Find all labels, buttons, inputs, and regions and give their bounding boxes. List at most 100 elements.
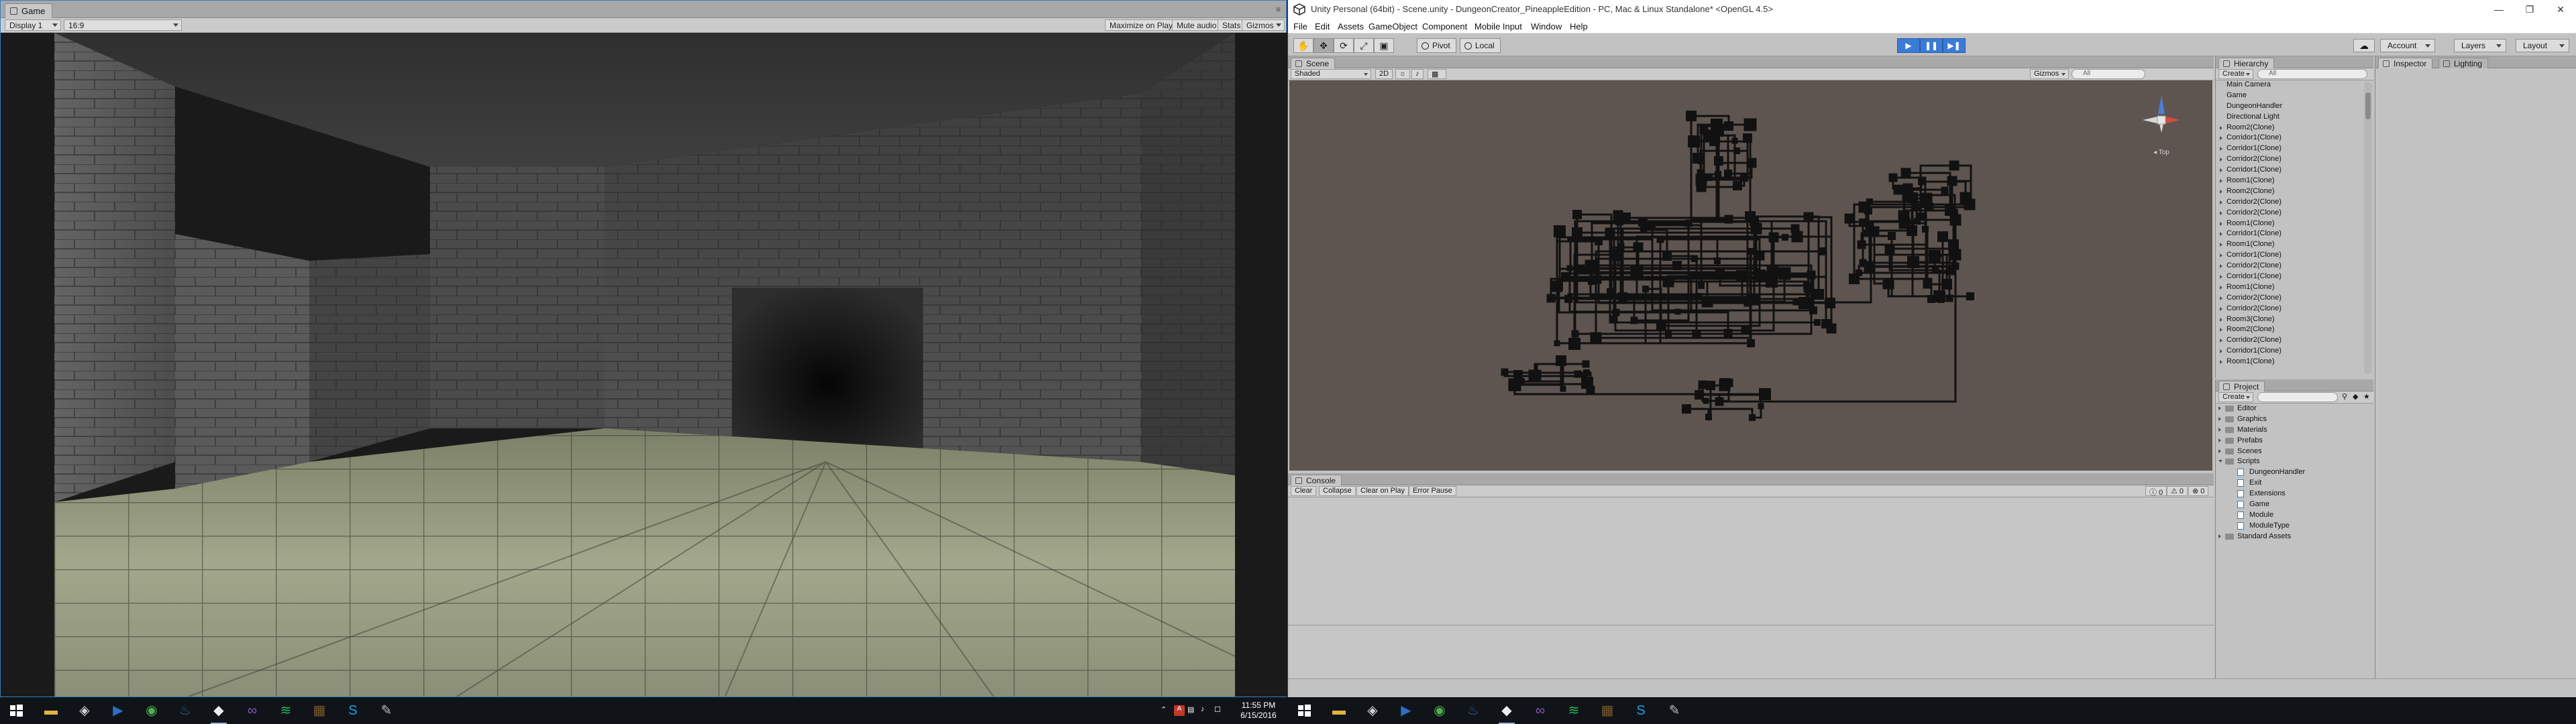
skype-icon[interactable]: S — [343, 701, 362, 720]
minecraft-icon[interactable]: ▦ — [310, 701, 329, 720]
console-tab[interactable]: Console — [1291, 475, 1342, 485]
file-explorer-icon[interactable]: ▬ — [42, 701, 60, 720]
project-script[interactable]: ModuleType — [2216, 521, 2374, 532]
project-script[interactable]: DungeonHandler — [2216, 467, 2374, 478]
game-view[interactable] — [54, 33, 1235, 697]
hierarchy-item[interactable]: Directional Light — [2216, 113, 2363, 123]
unity-icon[interactable]: ◈ — [1363, 701, 1382, 720]
hierarchy-item[interactable]: Corridor2(Clone) — [2216, 261, 2363, 272]
chevron-right-icon[interactable] — [2218, 438, 2221, 442]
hierarchy-item[interactable]: Corridor1(Clone) — [2216, 229, 2363, 240]
menu-help[interactable]: Help — [1570, 21, 1588, 32]
hierarchy-item[interactable]: Game — [2216, 91, 2363, 102]
2d-toggle[interactable]: 2D — [1375, 69, 1393, 79]
chevron-down-icon[interactable] — [2218, 460, 2222, 463]
hierarchy-item[interactable]: Room1(Clone) — [2216, 357, 2363, 368]
hierarchy-create-dropdown[interactable]: Create — [2218, 69, 2253, 79]
project-folder[interactable]: Graphics — [2216, 414, 2374, 425]
hierarchy-item[interactable]: Room1(Clone) — [2216, 219, 2363, 230]
project-tab[interactable]: Project — [2218, 381, 2265, 391]
menu-assets[interactable]: Assets — [1338, 21, 1364, 32]
project-create-dropdown[interactable]: Create — [2218, 392, 2253, 402]
collab-cloud-button[interactable]: ☁ — [2353, 39, 2375, 52]
display-dropdown[interactable]: Display 1 — [5, 19, 61, 31]
hierarchy-item[interactable]: Room2(Clone) — [2216, 187, 2363, 198]
error-count-toggle[interactable]: ⊗ 0 — [2188, 486, 2209, 496]
layers-dropdown[interactable]: Layers — [2454, 39, 2506, 52]
file-explorer-icon[interactable]: ▬ — [1330, 701, 1348, 720]
move-tool-button[interactable]: ✥ — [1313, 38, 1334, 53]
layout-dropdown[interactable]: Layout — [2516, 39, 2569, 52]
visual-studio-icon[interactable]: ∞ — [1531, 701, 1550, 720]
error-pause-toggle[interactable]: Error Pause — [1409, 486, 1456, 496]
chevron-right-icon[interactable] — [2218, 406, 2221, 410]
maximize-icon[interactable]: ❐ — [2514, 0, 2545, 19]
minecraft-icon[interactable]: ▦ — [1598, 701, 1617, 720]
hierarchy-item[interactable]: Corridor2(Clone) — [2216, 208, 2363, 219]
mute-audio-toggle[interactable]: Mute audio — [1172, 19, 1222, 31]
volume-icon[interactable]: ♪ — [1201, 705, 1212, 716]
media-player-icon[interactable]: ▶ — [1397, 701, 1415, 720]
gimp-icon[interactable]: ✎ — [377, 701, 396, 720]
filter-type-icon[interactable]: ⚲ — [2342, 392, 2347, 401]
spotify-icon[interactable]: ≋ — [1564, 701, 1583, 720]
game-tab[interactable]: Game — [5, 3, 53, 18]
network-icon[interactable]: ▤ — [1187, 705, 1198, 716]
skype-icon[interactable]: S — [1631, 701, 1650, 720]
hierarchy-item[interactable]: Room2(Clone) — [2216, 123, 2363, 134]
lighting-toggle[interactable]: ☼ — [1395, 69, 1411, 79]
hand-tool-button[interactable]: ✋ — [1293, 38, 1313, 53]
warning-count-toggle[interactable]: ⚠ 0 — [2167, 486, 2188, 496]
start-icon[interactable] — [7, 701, 25, 720]
scene-gizmos-dropdown[interactable]: Gizmos — [2030, 69, 2069, 79]
chat-tray-icon[interactable]: ☐ — [1214, 705, 1225, 716]
hierarchy-item[interactable]: Room1(Clone) — [2216, 176, 2363, 187]
hierarchy-item[interactable]: Corridor1(Clone) — [2216, 251, 2363, 261]
hierarchy-item[interactable]: DungeonHandler — [2216, 102, 2363, 113]
hierarchy-item[interactable]: Room2(Clone) — [2216, 325, 2363, 336]
step-button[interactable]: ▶❚ — [1943, 38, 1966, 53]
scrollbar-thumb[interactable] — [2365, 93, 2371, 119]
scene-tab[interactable]: Scene — [1291, 58, 1336, 68]
hierarchy-tab[interactable]: Hierarchy — [2218, 58, 2275, 68]
menu-component[interactable]: Component — [1422, 21, 1467, 32]
hierarchy-item[interactable]: Main Camera — [2216, 80, 2363, 91]
hierarchy-item[interactable]: Corridor1(Clone) — [2216, 133, 2363, 144]
aspect-dropdown[interactable]: 16:9 — [64, 19, 182, 31]
gimp-icon[interactable]: ✎ — [1665, 701, 1684, 720]
unity-icon[interactable]: ◈ — [75, 701, 94, 720]
rotate-tool-button[interactable]: ⟳ — [1334, 38, 1354, 53]
menu-edit[interactable]: Edit — [1315, 21, 1330, 32]
project-folder[interactable]: Scripts — [2216, 457, 2374, 467]
rect-tool-button[interactable]: ▣ — [1374, 38, 1394, 53]
chevron-right-icon[interactable] — [2218, 534, 2221, 538]
hierarchy-item[interactable]: Corridor1(Clone) — [2216, 144, 2363, 155]
hierarchy-item[interactable]: Corridor2(Clone) — [2216, 155, 2363, 166]
project-folder[interactable]: Editor — [2216, 404, 2374, 414]
project-search-input[interactable] — [2257, 392, 2338, 402]
project-script[interactable]: Module — [2216, 510, 2374, 521]
project-folder[interactable]: Materials — [2216, 425, 2374, 436]
hierarchy-item[interactable]: Corridor1(Clone) — [2216, 347, 2363, 357]
hierarchy-item[interactable]: Room1(Clone) — [2216, 283, 2363, 294]
chevron-right-icon[interactable] — [2218, 448, 2221, 453]
project-script[interactable]: Game — [2216, 499, 2374, 510]
hierarchy-item[interactable]: Corridor1(Clone) — [2216, 166, 2363, 176]
filter-label-icon[interactable]: ◆ — [2353, 392, 2358, 401]
project-folder[interactable]: Standard Assets — [2216, 532, 2374, 542]
account-dropdown[interactable]: Account — [2380, 39, 2435, 52]
pause-button[interactable]: ❚❚ — [1920, 38, 1943, 53]
menu-gameobject[interactable]: GameObject — [1368, 21, 1417, 32]
hierarchy-item[interactable]: Room1(Clone) — [2216, 240, 2363, 251]
steam-icon[interactable]: ♨ — [176, 701, 195, 720]
hierarchy-search-input[interactable]: All — [2257, 69, 2367, 79]
hierarchy-item[interactable]: Corridor2(Clone) — [2216, 336, 2363, 347]
steam-icon[interactable]: ♨ — [1464, 701, 1483, 720]
shading-dropdown[interactable]: Shaded — [1291, 69, 1371, 79]
chevron-right-icon[interactable] — [2218, 427, 2221, 432]
hierarchy-item[interactable]: Corridor2(Clone) — [2216, 198, 2363, 208]
tray-chevron-icon[interactable]: ⌃ — [1161, 705, 1171, 716]
gizmos-dropdown[interactable]: Gizmos — [1242, 19, 1285, 31]
visual-studio-icon[interactable]: ∞ — [243, 701, 262, 720]
hierarchy-scrollbar[interactable] — [2364, 82, 2372, 374]
